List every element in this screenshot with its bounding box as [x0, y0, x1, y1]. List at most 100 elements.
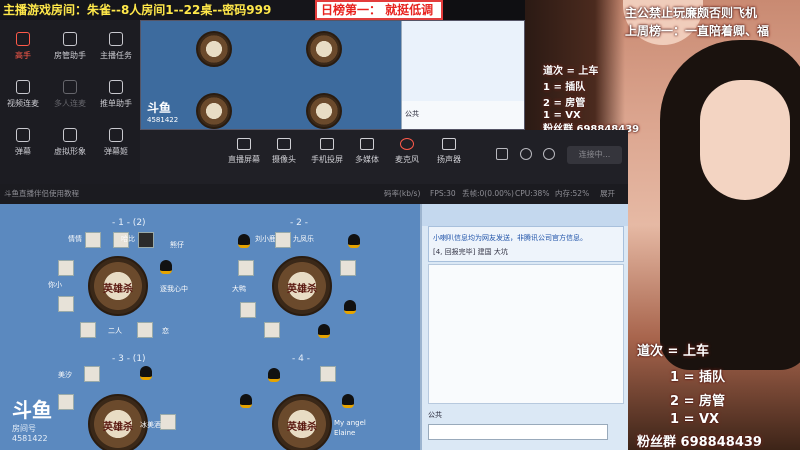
- daily-rank-pill: 日榜第一： 就挺低调: [315, 0, 443, 20]
- fps-readout: FPS:30: [430, 189, 456, 198]
- empty-seat-penguin-icon[interactable]: [238, 234, 250, 248]
- player-nick: 大鸭: [232, 285, 246, 293]
- mini-price-3: 2 = 房管: [543, 98, 586, 109]
- push-icon: [109, 80, 123, 94]
- player-nick: 刘小鹿: [255, 235, 276, 243]
- table-wheel[interactable]: 英雄杀: [88, 394, 148, 450]
- speaker-button[interactable]: 扬声器: [425, 138, 473, 178]
- camera-button[interactable]: 摄像头: [260, 138, 308, 178]
- player-seat[interactable]: [320, 366, 336, 382]
- connect-status-button[interactable]: 连接中...: [567, 146, 622, 164]
- mini-table-wheel: [196, 31, 232, 67]
- tool-label: 视频连麦: [7, 99, 39, 108]
- tool-item-danmaku-ji[interactable]: 弹幕姬: [93, 126, 139, 166]
- player-seat[interactable]: [240, 302, 256, 318]
- status-bar: 斗鱼直播伴侣使用教程 码率(kb/s) FPS:30 丢帧:0(0.00%) C…: [0, 184, 628, 204]
- gear-icon[interactable]: [543, 148, 555, 160]
- player-seat[interactable]: [275, 232, 291, 248]
- toolbar-label: 手机投屏: [311, 155, 343, 164]
- table-label: - 3 - (1): [112, 354, 146, 364]
- tool-item-room-admin[interactable]: 房管助手: [47, 30, 93, 70]
- preview-thumbnail[interactable]: 斗鱼 4581422 公共: [140, 20, 525, 130]
- chat-input[interactable]: [428, 424, 608, 440]
- empty-seat-penguin-icon[interactable]: [140, 366, 152, 380]
- player-nick: 逐我心中: [160, 285, 188, 293]
- player-nick: 你小: [48, 281, 62, 289]
- empty-seat-penguin-icon[interactable]: [348, 234, 360, 248]
- camera-icon: [277, 138, 291, 150]
- player-seat[interactable]: [238, 260, 254, 276]
- player-seat[interactable]: [58, 296, 74, 312]
- tool-item-avatar[interactable]: 虚拟形象: [47, 126, 93, 166]
- mini-price-1: 道次 = 上车: [543, 66, 599, 77]
- chat-header: [422, 204, 628, 226]
- expand-button[interactable]: 展开: [600, 184, 615, 204]
- player-nick: My angel: [334, 419, 366, 427]
- rule-text-2: 上周榜一：一直陪着卿、福: [625, 24, 770, 38]
- tool-item-master[interactable]: 高手: [0, 30, 46, 70]
- table-wheel[interactable]: 英雄杀: [272, 256, 332, 316]
- chat-channel[interactable]: 公共: [428, 408, 624, 422]
- player-nick: 冰美酒: [140, 421, 161, 429]
- table-wheel[interactable]: 英雄杀: [272, 394, 332, 450]
- player-seat[interactable]: [84, 366, 100, 382]
- tool-label: 多人连麦: [54, 99, 86, 108]
- logo-text: 斗鱼: [147, 101, 172, 115]
- tool-item-tasks[interactable]: 主播任务: [93, 30, 139, 70]
- microphone-button[interactable]: 麦克风: [383, 138, 431, 178]
- table-name: 英雄杀: [103, 284, 133, 295]
- tool-label: 推单助手: [100, 99, 132, 108]
- player-nick: 美汐: [58, 371, 72, 379]
- player-nick: 恋: [162, 327, 169, 335]
- empty-seat-penguin-icon[interactable]: [344, 300, 356, 314]
- room-label: 房间号: [12, 424, 36, 433]
- tool-item-push-helper[interactable]: 推单助手: [93, 78, 139, 118]
- player-seat[interactable]: [58, 394, 74, 410]
- price-line-3: 2 = 房管: [670, 394, 725, 409]
- chat-body[interactable]: [428, 264, 624, 404]
- toolbar-label: 麦克风: [395, 155, 419, 164]
- player-nick: 情情: [68, 235, 82, 243]
- tool-item-multi-link[interactable]: 多人连麦: [47, 78, 93, 118]
- mini-chat-footer: 公共: [405, 110, 419, 118]
- table-wheel[interactable]: 英雄杀: [88, 256, 148, 316]
- mini-douyu-logo: 斗鱼 4581422: [147, 99, 178, 124]
- player-seat[interactable]: [137, 322, 153, 338]
- table-label: - 1 - (2): [112, 218, 146, 228]
- player-seat[interactable]: [160, 414, 176, 430]
- drop-readout: 丢帧:0(0.00%): [462, 189, 514, 198]
- fans-label: 粉丝群: [637, 435, 677, 450]
- empty-seat-penguin-icon[interactable]: [318, 324, 330, 338]
- tool-item-danmaku[interactable]: 弹幕: [0, 126, 46, 166]
- tool-label: 虚拟形象: [54, 147, 86, 156]
- toolbar-label: 直播屏幕: [228, 155, 260, 164]
- table-label: - 4 -: [292, 354, 310, 364]
- empty-seat-penguin-icon[interactable]: [268, 368, 280, 382]
- player-seat[interactable]: [340, 260, 356, 276]
- player-seat[interactable]: [264, 322, 280, 338]
- tool-item-video-link[interactable]: 视频连麦: [0, 78, 46, 118]
- logo-text: 斗鱼: [12, 398, 52, 422]
- player-seat[interactable]: [80, 322, 96, 338]
- game-capture: - 1 - (2) 英雄杀 情情 哈比 熊仔 你小 逐我心中 二人 恋 - 2 …: [0, 204, 628, 450]
- player-seat[interactable]: [85, 232, 101, 248]
- empty-seat-penguin-icon[interactable]: [240, 394, 252, 408]
- empty-seat-penguin-icon[interactable]: [160, 260, 172, 274]
- danmaku-icon: [16, 128, 30, 142]
- player-nick: 熊仔: [170, 241, 184, 249]
- empty-seat-penguin-icon[interactable]: [342, 394, 354, 408]
- table-name: 英雄杀: [287, 422, 317, 433]
- master-icon: [16, 32, 30, 46]
- tutorial-link[interactable]: 斗鱼直播伴侣使用教程: [4, 184, 79, 204]
- toolbar-label: 多媒体: [355, 155, 379, 164]
- record-icon[interactable]: [496, 148, 508, 160]
- player-seat[interactable]: [138, 232, 154, 248]
- toolbar-label: 扬声器: [437, 155, 461, 164]
- tool-label: 高手: [15, 51, 31, 60]
- room-id: 4581422: [12, 434, 48, 443]
- player-seat[interactable]: [58, 260, 74, 276]
- table-label: - 2 -: [290, 218, 308, 228]
- eye-icon[interactable]: [520, 148, 532, 160]
- monitor-icon: [237, 138, 251, 150]
- face-shape: [700, 80, 790, 200]
